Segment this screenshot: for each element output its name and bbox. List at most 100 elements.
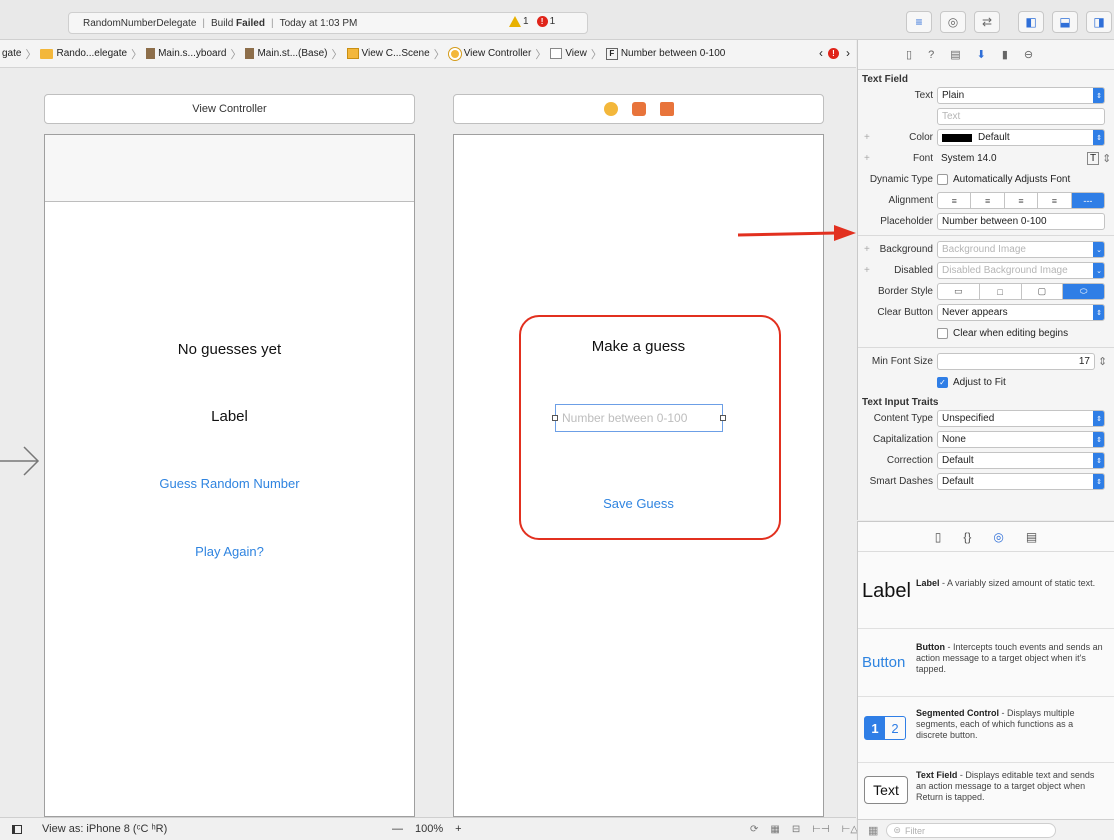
storyboard-icon <box>146 48 156 59</box>
embed-in-icon[interactable]: ▦ <box>770 824 779 835</box>
attributes-inspector-icon[interactable]: ⬇ <box>977 48 986 61</box>
smart-dashes-popup[interactable]: Default ⇕ <box>937 473 1105 490</box>
inspector-tabs: ▯ ? ▤ ⬇ ▮ ⊖ <box>858 40 1114 70</box>
crumb-view-controller[interactable]: View Controller <box>448 47 531 60</box>
arrows-icon: ⇄ <box>981 15 993 29</box>
crumb-label: Main.st...(Base) <box>257 48 328 59</box>
placeholder-field[interactable]: Number between 0-100 <box>937 213 1105 230</box>
text-content-field[interactable]: Text <box>937 108 1105 125</box>
assistant-editor-button[interactable]: ◎ <box>940 11 966 33</box>
color-popup[interactable]: Default ⇕ <box>937 129 1105 146</box>
identity-inspector-icon[interactable]: ▤ <box>950 48 960 61</box>
crumb-text-field[interactable]: F Number between 0-100 <box>605 47 725 60</box>
version-editor-button[interactable]: ⇄ <box>974 11 1000 33</box>
min-font-row: Min Font Size 17 ⇕ <box>858 351 1114 372</box>
issue-badges[interactable]: 1 ! 1 <box>509 16 555 27</box>
toggle-utilities-button[interactable]: ◨ <box>1086 11 1112 33</box>
library-item-button[interactable]: Button Button - Intercepts touch events … <box>858 640 1114 692</box>
media-library-icon[interactable]: ▤ <box>1026 530 1037 544</box>
zoom-in-button[interactable]: + <box>455 823 461 835</box>
min-font-stepper-icon[interactable]: ⇕ <box>1098 355 1107 368</box>
no-guesses-label[interactable]: No guesses yet <box>45 341 414 358</box>
standard-editor-button[interactable]: ≡ <box>906 11 932 33</box>
crumb-project[interactable]: Rando...elegate <box>40 48 127 59</box>
guess-random-number-button[interactable]: Guess Random Number <box>45 476 414 491</box>
file-template-icon[interactable]: ▯ <box>935 530 942 544</box>
dynamic-type-value: Automatically Adjusts Font <box>953 174 1071 185</box>
font-stepper-icon[interactable]: ⇕ <box>1102 152 1111 165</box>
crumb-storyboard-base[interactable]: Main.st...(Base) <box>245 48 328 59</box>
library-item-label[interactable]: Label Label - A variably sized amount of… <box>858 572 1114 622</box>
clear-button-popup[interactable]: Never appears ⇕ <box>937 304 1105 321</box>
alignment-segmented[interactable]: ≡ ≡ ≡ ≡ --- <box>937 192 1105 209</box>
border-line-icon[interactable]: □ <box>980 284 1022 299</box>
connections-inspector-icon[interactable]: ⊖ <box>1024 48 1033 61</box>
clear-editing-checkbox[interactable] <box>937 328 948 339</box>
align-justified-icon[interactable]: ≡ <box>1038 193 1072 208</box>
dynamic-type-checkbox[interactable] <box>937 174 948 185</box>
library-item-segmented-control[interactable]: 1 2 Segmented Control - Displays multipl… <box>858 706 1114 758</box>
content-type-popup[interactable]: Unspecified ⇕ <box>937 410 1105 427</box>
crumb-scene[interactable]: View C...Scene <box>346 48 430 59</box>
previous-issue-icon[interactable]: ‹ <box>819 46 823 60</box>
next-issue-icon[interactable]: › <box>846 46 850 60</box>
border-style-segmented[interactable]: ▭ □ ▢ ⬭ <box>937 283 1105 300</box>
left-scene[interactable]: No guesses yet Label Guess Random Number… <box>44 134 415 817</box>
popup-arrow-icon: ⌄ <box>1093 242 1104 257</box>
correction-popup[interactable]: Default ⇕ <box>937 452 1105 469</box>
first-responder-icon[interactable] <box>631 102 646 116</box>
align-center-icon[interactable]: ≡ <box>971 193 1005 208</box>
resolve-issues-icon[interactable]: ⊢△ <box>842 824 858 835</box>
error-icon[interactable]: ! <box>828 47 839 59</box>
crumb-group[interactable]: gate <box>2 48 21 59</box>
error-badge[interactable]: ! 1 <box>536 16 555 27</box>
font-picker-icon[interactable]: T <box>1087 152 1100 165</box>
align-natural-icon[interactable]: --- <box>1071 193 1104 208</box>
guess-text-field[interactable]: Number between 0-100 <box>552 404 726 432</box>
adjust-to-fit-text: Adjust to Fit <box>953 377 1006 388</box>
play-again-button[interactable]: Play Again? <box>45 544 414 559</box>
background-image-combo[interactable]: Background Image ⌄ <box>937 241 1105 258</box>
text-field-placeholder: Number between 0-100 <box>562 411 688 425</box>
code-snippet-icon[interactable]: {} <box>963 530 971 544</box>
storyboard-canvas[interactable]: View Controller No guesses yet Label Gue… <box>0 69 856 817</box>
resize-handle[interactable] <box>552 415 558 421</box>
document-outline-toggle-icon[interactable] <box>12 824 22 834</box>
disabled-image-combo[interactable]: Disabled Background Image ⌄ <box>937 262 1105 279</box>
crumb-view[interactable]: View <box>550 48 587 59</box>
align-left-icon[interactable]: ≡ <box>938 193 972 208</box>
quick-help-icon[interactable]: ? <box>928 49 934 61</box>
resize-handle[interactable] <box>720 415 726 421</box>
file-inspector-icon[interactable]: ▯ <box>906 48 912 61</box>
align-right-icon[interactable]: ≡ <box>1005 193 1039 208</box>
crumb-storyboard[interactable]: Main.s...yboard <box>146 48 226 59</box>
toggle-debug-area-button[interactable]: ⬓ <box>1052 11 1078 33</box>
warning-badge[interactable]: 1 <box>509 16 529 27</box>
border-none-icon[interactable]: ▭ <box>938 284 980 299</box>
text-type-popup[interactable]: Plain ⇕ <box>937 87 1105 104</box>
library-item-text: - A variably sized amount of static text… <box>939 578 1096 588</box>
border-rounded-icon[interactable]: ⬭ <box>1063 284 1104 299</box>
zoom-out-button[interactable]: — <box>392 823 403 835</box>
border-bezel-icon[interactable]: ▢ <box>1022 284 1064 299</box>
min-font-field[interactable]: 17 <box>937 353 1095 370</box>
update-frames-icon[interactable]: ⟳ <box>750 824 758 835</box>
result-label[interactable]: Label <box>45 408 414 425</box>
right-scene-dock[interactable] <box>453 94 824 124</box>
exit-icon[interactable] <box>659 102 674 116</box>
adjust-to-fit-checkbox[interactable]: ✓ <box>937 377 948 388</box>
size-inspector-icon[interactable]: ▮ <box>1002 48 1008 61</box>
add-constraints-icon[interactable]: ⊢⊣ <box>812 824 829 835</box>
capitalization-popup[interactable]: None ⇕ <box>937 431 1105 448</box>
toggle-navigator-button[interactable]: ◧ <box>1018 11 1044 33</box>
font-field[interactable]: System 14.0 <box>937 150 1087 167</box>
grid-view-icon[interactable]: ▦ <box>868 824 878 837</box>
library-item-text-field[interactable]: Text Text Field - Displays editable text… <box>858 770 1114 816</box>
align-icon[interactable]: ⊟ <box>792 824 800 835</box>
view-controller-icon[interactable] <box>603 102 618 116</box>
object-library-icon[interactable]: ◎ <box>993 530 1003 544</box>
filter-input[interactable]: ⊜ Filter <box>886 823 1057 838</box>
left-scene-dock[interactable]: View Controller <box>44 94 415 124</box>
editor-view-buttons: ≡ ◎ ⇄ ◧ ⬓ ◨ <box>906 11 1112 33</box>
view-as-device-button[interactable]: View as: iPhone 8 (ᶜC ʰR) <box>42 823 167 835</box>
